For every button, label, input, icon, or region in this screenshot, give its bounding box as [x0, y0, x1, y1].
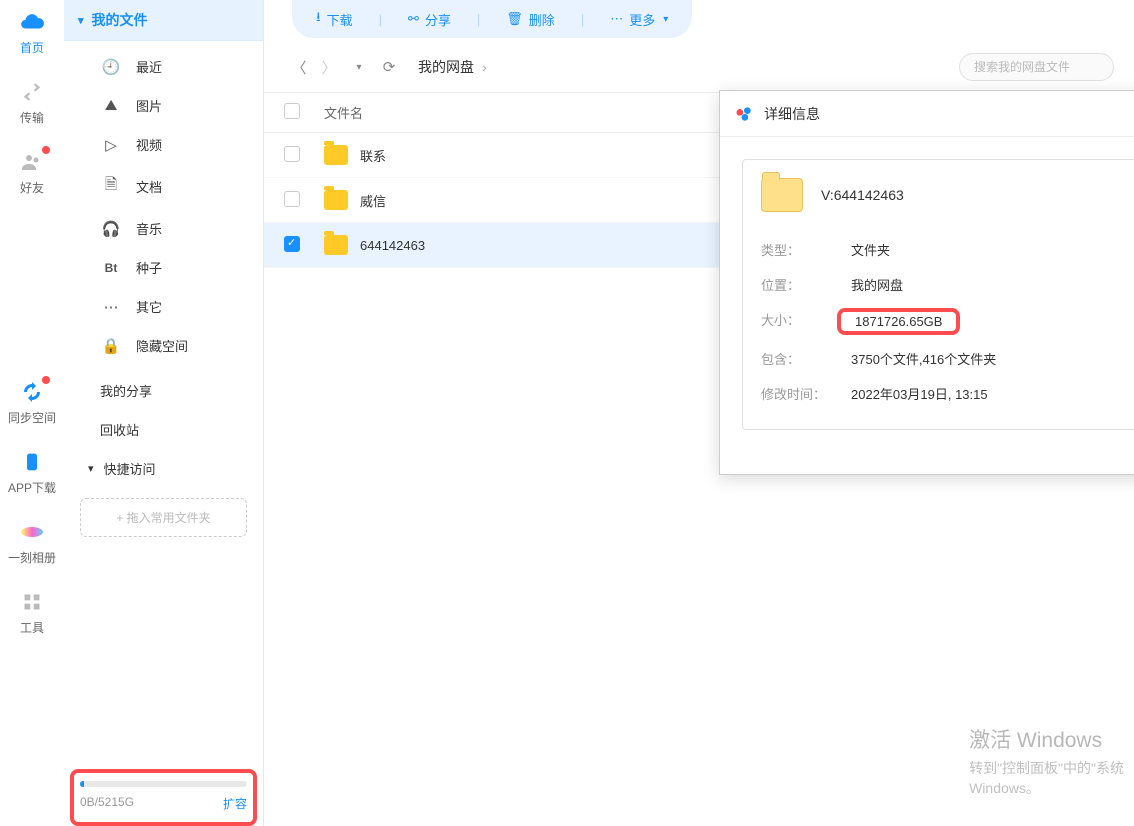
sidebar-item-share[interactable]: 我的分享 — [64, 371, 263, 410]
grid-icon — [18, 588, 46, 616]
search-input[interactable] — [959, 53, 1114, 81]
row-checkbox[interactable] — [284, 236, 300, 252]
detail-type: 文件夹 — [851, 240, 890, 259]
main-panel: ⭳下载 | ⚯分享 | 🗑删除 | ⋯更多▾ 〈 〉 ▾ ⟳ 我的网盘› 文件名… — [264, 0, 1134, 826]
nav-forward-button[interactable]: 〉 — [314, 52, 344, 82]
rail-sync[interactable]: 同步空间 — [0, 370, 64, 440]
left-rail: 首页 传输 好友 同步空间 APP下载 一刻相册 工具 — [0, 0, 64, 826]
image-icon: ⛰ — [100, 97, 122, 114]
sidebar-item-video[interactable]: ▷视频 — [64, 125, 263, 164]
rail-friends[interactable]: 好友 — [0, 140, 64, 210]
detail-card: V:644142463 类型：文件夹 位置：我的网盘 大小：1871726.65… — [742, 159, 1134, 430]
folder-icon — [324, 145, 348, 165]
sidebar-item-other[interactable]: ⋯其它 — [64, 287, 263, 326]
chevron-right-icon: › — [482, 59, 487, 75]
detail-contains: 3750个文件,416个文件夹 — [851, 349, 996, 368]
sidebar: ▾ 我的文件 🕘最近 ⛰图片 ▷视频 🗎文档 🎧音乐 Bt种子 ⋯其它 🔒隐藏空… — [64, 0, 264, 826]
share-icon: ⚯ — [408, 11, 419, 27]
download-icon: ⭳ — [316, 8, 321, 30]
storage-used: 0B/5215G — [80, 795, 134, 812]
sidebar-item-image[interactable]: ⛰图片 — [64, 86, 263, 125]
detail-size: 1871726.65GB — [855, 314, 942, 329]
notification-dot-icon — [42, 146, 50, 154]
baidu-logo-icon — [734, 104, 754, 124]
storage-panel: 0B/5215G 扩容 — [64, 769, 263, 826]
phone-icon — [18, 448, 46, 476]
download-button[interactable]: ⭳下载 — [314, 4, 355, 34]
storage-expand-link[interactable]: 扩容 — [223, 795, 247, 812]
annotation-box: 1871726.65GB — [837, 308, 960, 335]
dots-icon: ⋯ — [100, 298, 122, 316]
breadcrumb[interactable]: 我的网盘› — [418, 57, 487, 77]
chevron-down-icon: ▾ — [78, 14, 84, 27]
sidebar-item-bt[interactable]: Bt种子 — [64, 248, 263, 287]
share-button[interactable]: ⚯分享 — [406, 6, 453, 33]
windows-watermark: 激活 Windows 转到"控制面板"中的"系统 Windows。 — [969, 724, 1124, 798]
row-checkbox[interactable] — [284, 146, 300, 162]
folder-icon — [324, 235, 348, 255]
select-all-checkbox[interactable] — [284, 103, 300, 119]
details-dialog: 详细信息 ✕ V:644142463 类型：文件夹 位置：我的网盘 大小：187… — [719, 90, 1134, 475]
nav-back-button[interactable]: 〈 — [284, 52, 314, 82]
rail-transfer[interactable]: 传输 — [0, 70, 64, 140]
sidebar-item-recent[interactable]: 🕘最近 — [64, 47, 263, 86]
detail-mtime: 2022年03月19日, 13:15 — [851, 384, 988, 403]
bt-icon: Bt — [100, 261, 122, 275]
search-box — [959, 53, 1114, 81]
more-button[interactable]: ⋯更多▾ — [608, 6, 670, 33]
folder-icon — [324, 190, 348, 210]
sidebar-quick-access[interactable]: ▾快捷访问 — [64, 449, 263, 488]
detail-location: 我的网盘 — [851, 275, 903, 294]
rail-home[interactable]: 首页 — [0, 0, 64, 70]
dialog-title: 详细信息 — [764, 104, 1134, 124]
chevron-down-icon: ▾ — [663, 14, 668, 25]
rail-album[interactable]: 一刻相册 — [0, 510, 64, 580]
notification-dot-icon — [42, 376, 50, 384]
lock-icon: 🔒 — [100, 337, 122, 355]
storage-bar — [80, 781, 247, 787]
nav-dropdown-button[interactable]: ▾ — [344, 52, 374, 82]
rail-app[interactable]: APP下载 — [0, 440, 64, 510]
album-icon — [18, 518, 46, 546]
sidebar-item-hidden[interactable]: 🔒隐藏空间 — [64, 326, 263, 365]
clock-icon: 🕘 — [100, 58, 122, 76]
detail-name: V:644142463 — [821, 187, 904, 203]
chevron-down-icon: ▾ — [88, 462, 94, 475]
play-icon: ▷ — [100, 136, 122, 154]
sidebar-drop-zone[interactable]: + 拖入常用文件夹 — [80, 498, 247, 537]
toolbar: ⭳下载 | ⚯分享 | 🗑删除 | ⋯更多▾ — [264, 0, 1134, 44]
row-checkbox[interactable] — [284, 191, 300, 207]
delete-button[interactable]: 🗑删除 — [504, 6, 557, 33]
doc-icon: 🗎 — [100, 174, 122, 199]
navbar: 〈 〉 ▾ ⟳ 我的网盘› — [264, 44, 1134, 93]
rail-tools[interactable]: 工具 — [0, 580, 64, 650]
folder-icon — [761, 178, 803, 212]
sidebar-item-trash[interactable]: 回收站 — [64, 410, 263, 449]
cloud-icon — [18, 8, 46, 36]
sidebar-item-music[interactable]: 🎧音乐 — [64, 209, 263, 248]
dots-icon: ⋯ — [610, 11, 623, 27]
sidebar-header[interactable]: ▾ 我的文件 — [64, 0, 263, 41]
nav-refresh-button[interactable]: ⟳ — [374, 52, 404, 82]
trash-icon: 🗑 — [506, 11, 523, 27]
headphone-icon: 🎧 — [100, 220, 122, 238]
sidebar-item-doc[interactable]: 🗎文档 — [64, 164, 263, 209]
transfer-icon — [18, 78, 46, 106]
